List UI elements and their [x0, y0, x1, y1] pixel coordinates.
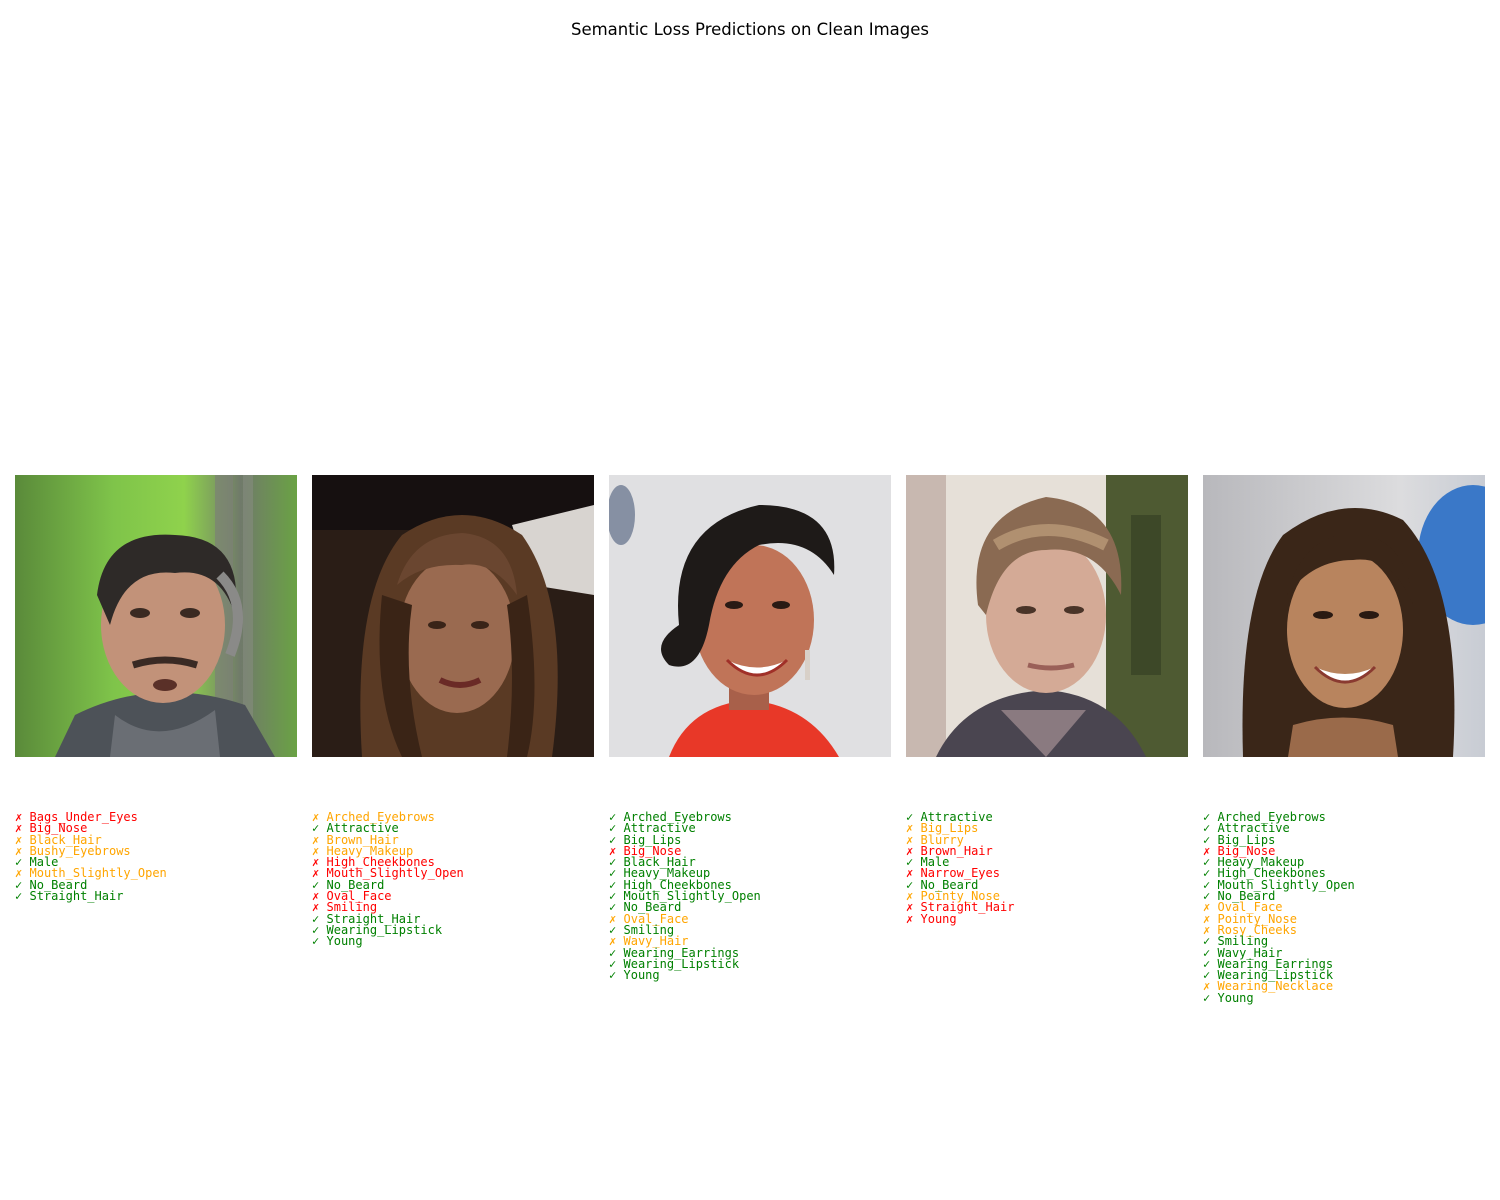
panel-5: ✓ Arched_Eyebrows ✓ Attractive ✓ Big_Lips ✗ Big… [1203, 475, 1485, 1004]
prediction-label: ✗ Young [906, 911, 1188, 926]
prediction-list: ✓ Attractive ✗ Big_Lips ✗ Blurry ✗ Brown_Hair ✓ M… [906, 811, 1188, 926]
attribute-name: Young [326, 934, 363, 949]
attribute-name: Straight_Hair [29, 889, 124, 904]
attribute-name: Young [920, 911, 957, 926]
prediction-label: ✓ Straight_Hair [15, 889, 297, 904]
face-photo-young-woman-long-hair [312, 475, 594, 757]
cross-mark-icon: ✗ [906, 911, 914, 926]
prediction-list: ✓ Arched_Eyebrows ✓ Attractive ✓ Big_Lips ✗ Big… [1203, 811, 1485, 1005]
face-photo-older-man [15, 475, 297, 757]
check-mark-icon: ✓ [609, 968, 617, 983]
face-photo-young-man [906, 475, 1188, 757]
face-photo-smiling-woman-red-top [609, 475, 891, 757]
check-mark-icon: ✓ [15, 889, 23, 904]
panel-3: ✓ Arched_Eyebrows ✓ Attractive ✓ Big_Lips ✗ Big… [609, 475, 891, 981]
check-mark-icon: ✓ [1203, 990, 1211, 1005]
panel-2: ✗ Arched_Eyebrows ✓ Attractive ✗ Brown_Hair ✗ H… [312, 475, 594, 948]
chart-title: Semantic Loss Predictions on Clean Image… [570, 20, 930, 39]
face-photo-smiling-woman-wavy-hair [1203, 475, 1485, 757]
prediction-list: ✗ Bags_Under_Eyes ✗ Big_Nose ✗ Black_Hair ✗ Bus… [15, 811, 297, 904]
panel-4: ✓ Attractive ✗ Big_Lips ✗ Blurry ✗ Brown_Hair ✓ M… [906, 475, 1188, 925]
check-mark-icon: ✓ [312, 934, 320, 949]
prediction-list: ✗ Arched_Eyebrows ✓ Attractive ✗ Brown_Hair ✗ H… [312, 811, 594, 949]
prediction-label: ✓ Young [312, 934, 594, 949]
attribute-name: Young [623, 968, 660, 983]
prediction-list: ✓ Arched_Eyebrows ✓ Attractive ✓ Big_Lips ✗ Big… [609, 811, 891, 983]
panel-1: ✗ Bags_Under_Eyes ✗ Big_Nose ✗ Black_Hair ✗ Bus… [15, 475, 297, 902]
prediction-label: ✓ Young [609, 968, 891, 983]
prediction-label: ✓ Young [1203, 990, 1485, 1005]
attribute-name: Young [1217, 990, 1254, 1005]
